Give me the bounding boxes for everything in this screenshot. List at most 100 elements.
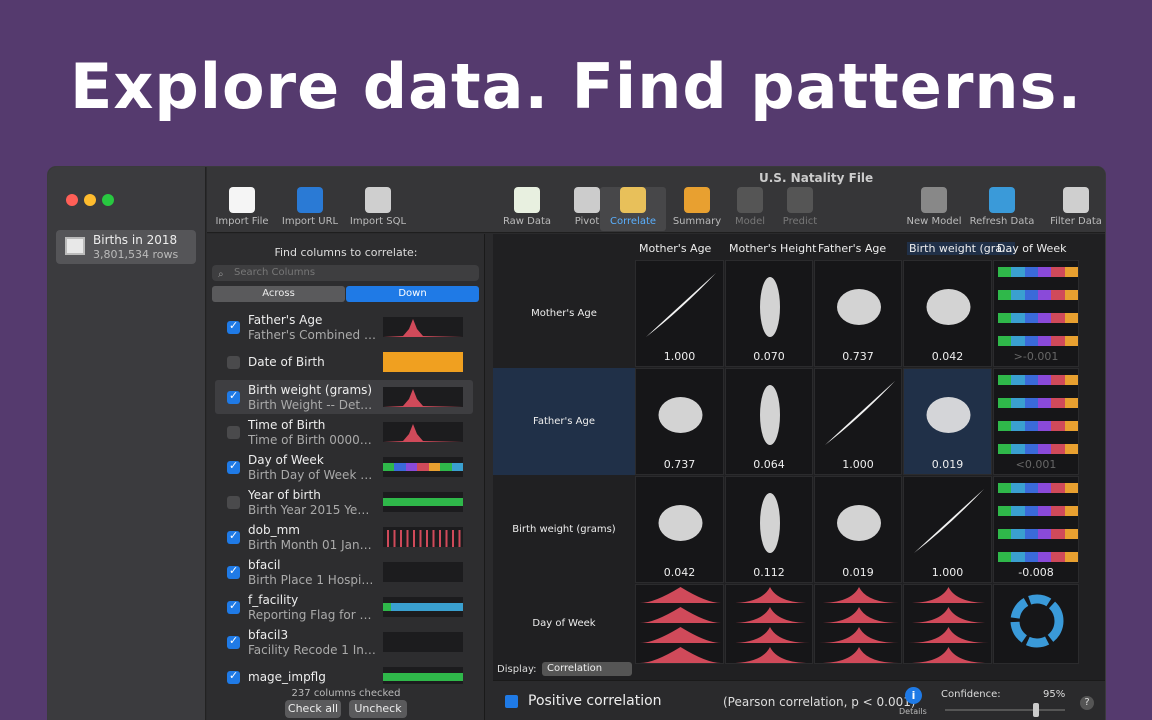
- lightbulb-icon: [787, 187, 813, 213]
- day-of-week-stripe: [998, 506, 1078, 516]
- pearson-note: (Pearson correlation, p < 0.001): [723, 695, 916, 709]
- matrix-cell[interactable]: 0.070: [725, 260, 813, 367]
- correlate-button[interactable]: Correlate: [600, 187, 666, 231]
- day-of-week-stripe: [998, 375, 1078, 385]
- column-row[interactable]: Day of WeekBirth Day of Week 1 S...: [215, 450, 473, 484]
- source-rows: 3,801,534 rows: [93, 248, 179, 261]
- across-button[interactable]: Across: [212, 286, 345, 302]
- matrix-cell[interactable]: >-0.001: [993, 260, 1079, 367]
- globe-icon: [297, 187, 323, 213]
- matrix-cell[interactable]: 0.737: [635, 368, 724, 475]
- matrix-cell[interactable]: [993, 584, 1079, 664]
- column-sparkline: [383, 457, 463, 477]
- row-header[interactable]: Birth weight (grams): [493, 476, 635, 583]
- column-checkbox[interactable]: [227, 496, 240, 509]
- day-of-week-stripe: [998, 290, 1078, 300]
- day-of-week-stripe: [998, 267, 1078, 277]
- column-header[interactable]: Mother's Age: [639, 242, 711, 255]
- column-row[interactable]: mage_impflg: [215, 660, 473, 684]
- column-name: mage_impflg: [248, 670, 326, 684]
- import-url-button[interactable]: Import URL: [277, 187, 343, 227]
- data-source-item[interactable]: Births in 2018 3,801,534 rows: [56, 230, 196, 264]
- matrix-cell[interactable]: -0.008: [993, 476, 1079, 583]
- display-select[interactable]: Correlation: [542, 662, 632, 676]
- filter-data-button[interactable]: Filter Data: [1043, 187, 1105, 227]
- minimize-window-button[interactable]: [84, 194, 96, 206]
- correlation-value: 1.000: [663, 350, 696, 363]
- column-row[interactable]: Time of Birth Time of Birth 0000-2...: [215, 415, 473, 449]
- column-sparkline: [383, 562, 463, 582]
- matrix-cell[interactable]: 0.112: [725, 476, 813, 583]
- matrix-cell[interactable]: 0.064: [725, 368, 813, 475]
- column-checkbox[interactable]: [227, 599, 240, 614]
- column-row[interactable]: Birth weight (grams)Birth Weight -- Deta…: [215, 380, 473, 414]
- correlation-value: -0.008: [1018, 566, 1054, 579]
- column-sparkline: [383, 352, 463, 372]
- column-checkbox[interactable]: [227, 426, 240, 439]
- column-row[interactable]: Year of birth Birth Year 2015 Year...: [215, 485, 473, 519]
- correlation-value: 0.070: [753, 350, 785, 363]
- import-file-button[interactable]: Import File: [209, 187, 275, 227]
- column-row[interactable]: dob_mmBirth Month 01 January: [215, 520, 473, 554]
- search-input[interactable]: ⌕ Search Columns: [212, 265, 479, 281]
- column-row[interactable]: f_facilityReporting Flag for Birt...: [215, 590, 473, 624]
- column-name: Father's Age: [248, 313, 323, 327]
- sidebar: Births in 2018 3,801,534 rows: [48, 167, 206, 720]
- column-row[interactable]: bfacil3Facility Recode 1 In H...: [215, 625, 473, 659]
- down-button[interactable]: Down: [346, 286, 479, 302]
- import-file-icon: [229, 187, 255, 213]
- column-checkbox[interactable]: [227, 459, 240, 474]
- matrix-cell[interactable]: 0.042: [635, 476, 724, 583]
- zoom-window-button[interactable]: [102, 194, 114, 206]
- matrix-cell[interactable]: 0.019: [814, 476, 902, 583]
- row-header[interactable]: Father's Age: [493, 368, 635, 475]
- confidence-slider[interactable]: [945, 709, 1065, 711]
- help-icon[interactable]: ?: [1080, 696, 1094, 710]
- search-icon: ⌕: [218, 269, 224, 280]
- matrix-cell[interactable]: 0.042: [903, 260, 992, 367]
- column-header[interactable]: Day of Week: [997, 242, 1066, 255]
- column-header[interactable]: Father's Age: [818, 242, 886, 255]
- matrix-cell[interactable]: [903, 584, 992, 664]
- column-checkbox[interactable]: [227, 529, 240, 544]
- column-description: Birth Month 01 January: [248, 538, 376, 552]
- refresh-data-button[interactable]: Refresh Data: [969, 187, 1035, 227]
- row-header[interactable]: Day of Week: [493, 584, 635, 664]
- matrix-cell[interactable]: 0.737: [814, 260, 902, 367]
- day-of-week-stripe: [998, 552, 1078, 562]
- predict-button[interactable]: Predict: [767, 187, 833, 227]
- column-checkbox[interactable]: [227, 356, 240, 369]
- column-description: Birth Year 2015 Year...: [248, 503, 376, 517]
- confidence-slider-knob[interactable]: [1033, 703, 1039, 717]
- matrix-cell[interactable]: 0.019: [903, 368, 992, 475]
- matrix-cell[interactable]: 1.000: [635, 260, 724, 367]
- column-row[interactable]: bfacilBirth Place 1 Hospital: [215, 555, 473, 589]
- legend-text: Positive correlation: [528, 693, 662, 709]
- close-window-button[interactable]: [66, 194, 78, 206]
- matrix-cell[interactable]: <0.001: [993, 368, 1079, 475]
- matrix-cell[interactable]: [814, 584, 902, 664]
- column-checkbox[interactable]: [227, 669, 240, 684]
- correlation-value: <0.001: [1015, 458, 1057, 471]
- column-checkbox[interactable]: [227, 634, 240, 649]
- check-all-button[interactable]: Check all: [285, 700, 341, 718]
- new-model-button[interactable]: New Model: [901, 187, 967, 227]
- column-row[interactable]: Father's AgeFather's Combined A...: [215, 310, 473, 344]
- matrix-cell[interactable]: 1.000: [903, 476, 992, 583]
- column-header[interactable]: Mother's Height: [729, 242, 816, 255]
- raw-data-button[interactable]: Raw Data: [494, 187, 560, 227]
- column-checkbox[interactable]: [227, 319, 240, 334]
- info-icon[interactable]: i: [905, 687, 922, 704]
- matrix-cell[interactable]: [725, 584, 813, 664]
- hero-headline: Explore data. Find patterns.: [69, 50, 1083, 123]
- matrix-cell[interactable]: [635, 584, 724, 664]
- uncheck-button[interactable]: Uncheck: [349, 700, 407, 718]
- import-sql-button[interactable]: Import SQL: [345, 187, 411, 227]
- day-of-week-stripe: [998, 529, 1078, 539]
- matrix-cell[interactable]: 1.000: [814, 368, 902, 475]
- column-row[interactable]: Date of Birth: [215, 345, 473, 379]
- column-checkbox[interactable]: [227, 564, 240, 579]
- column-checkbox[interactable]: [227, 389, 240, 404]
- row-header[interactable]: Mother's Age: [493, 260, 635, 367]
- pie-chart-icon: [684, 187, 710, 213]
